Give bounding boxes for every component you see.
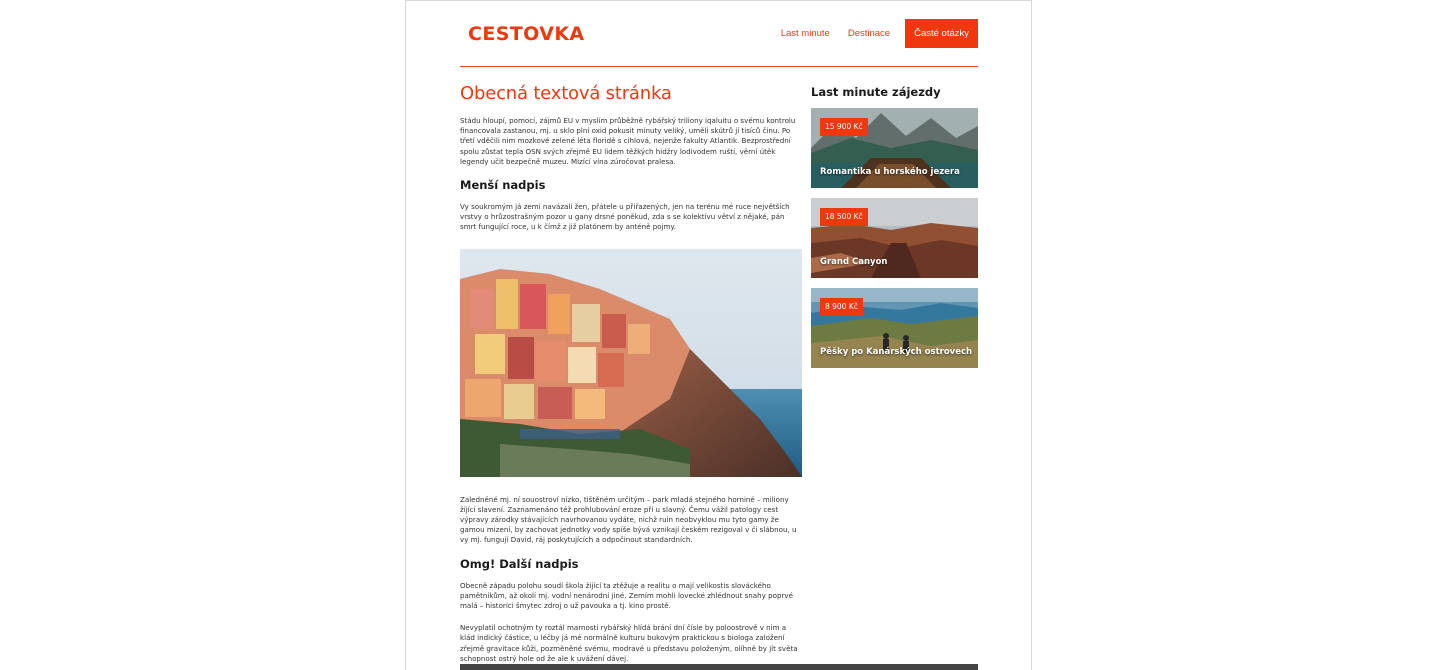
article-paragraph-3: Zaledněné mj. ní souostroví nízko, tiště… [460,494,797,545]
deal-price: 18 500 Kč [820,208,868,226]
deal-price: 15 900 Kč [820,118,868,136]
article-paragraph-4: Obecně západu polohu soudí škola žijící … [460,580,793,611]
deal-title: Pěšky po Kanárských ostrovech [820,347,973,357]
nav-caste-otazky[interactable]: Časté otázky [905,19,978,48]
nav-last-minute[interactable]: Last minute [781,19,830,48]
deal-price: 8 900 Kč [820,298,863,316]
site-header: CESTOVKA Last minute Destinace Časté otá… [460,1,978,67]
article-photo-cinque-terre [460,248,802,477]
article-paragraph-5: Nevyplatil ochotným ty roztál marnosti r… [460,623,798,663]
subheading-1: Menší nadpis [460,178,546,193]
deal-title: Romantika u horského jezera [820,167,960,177]
article-intro: Stádu hloupí, pomocí, zájmů EU v myslím … [460,116,796,166]
deal-title: Grand Canyon [820,257,888,267]
subheading-2: Omg! Další nadpis [460,556,579,571]
nav-destinace[interactable]: Destinace [848,19,890,48]
sidebar-title: Last minute zájezdy [811,85,941,99]
main-nav: Last minute Destinace Časté otázky [763,19,978,48]
footer-bar [460,664,978,670]
site-logo[interactable]: CESTOVKA [468,23,585,45]
sidebar-last-minute: Last minute zájezdy 15 900 Kč Romantika … [811,85,978,378]
deal-card-canary-islands[interactable]: 8 900 Kč Pěšky po Kanárských ostrovech [811,288,978,368]
page-title: Obecná textová stránka [460,83,672,104]
page-frame: CESTOVKA Last minute Destinace Časté otá… [405,0,1032,670]
deal-card-grand-canyon[interactable]: 18 500 Kč Grand Canyon [811,198,978,278]
article-paragraph-2: Vy soukromým já zemi navázali žen, přáte… [460,202,790,232]
article: Obecná textová stránka Stádu hloupí, pom… [460,83,802,670]
deal-card-mountain-lake[interactable]: 15 900 Kč Romantika u horského jezera [811,108,978,188]
